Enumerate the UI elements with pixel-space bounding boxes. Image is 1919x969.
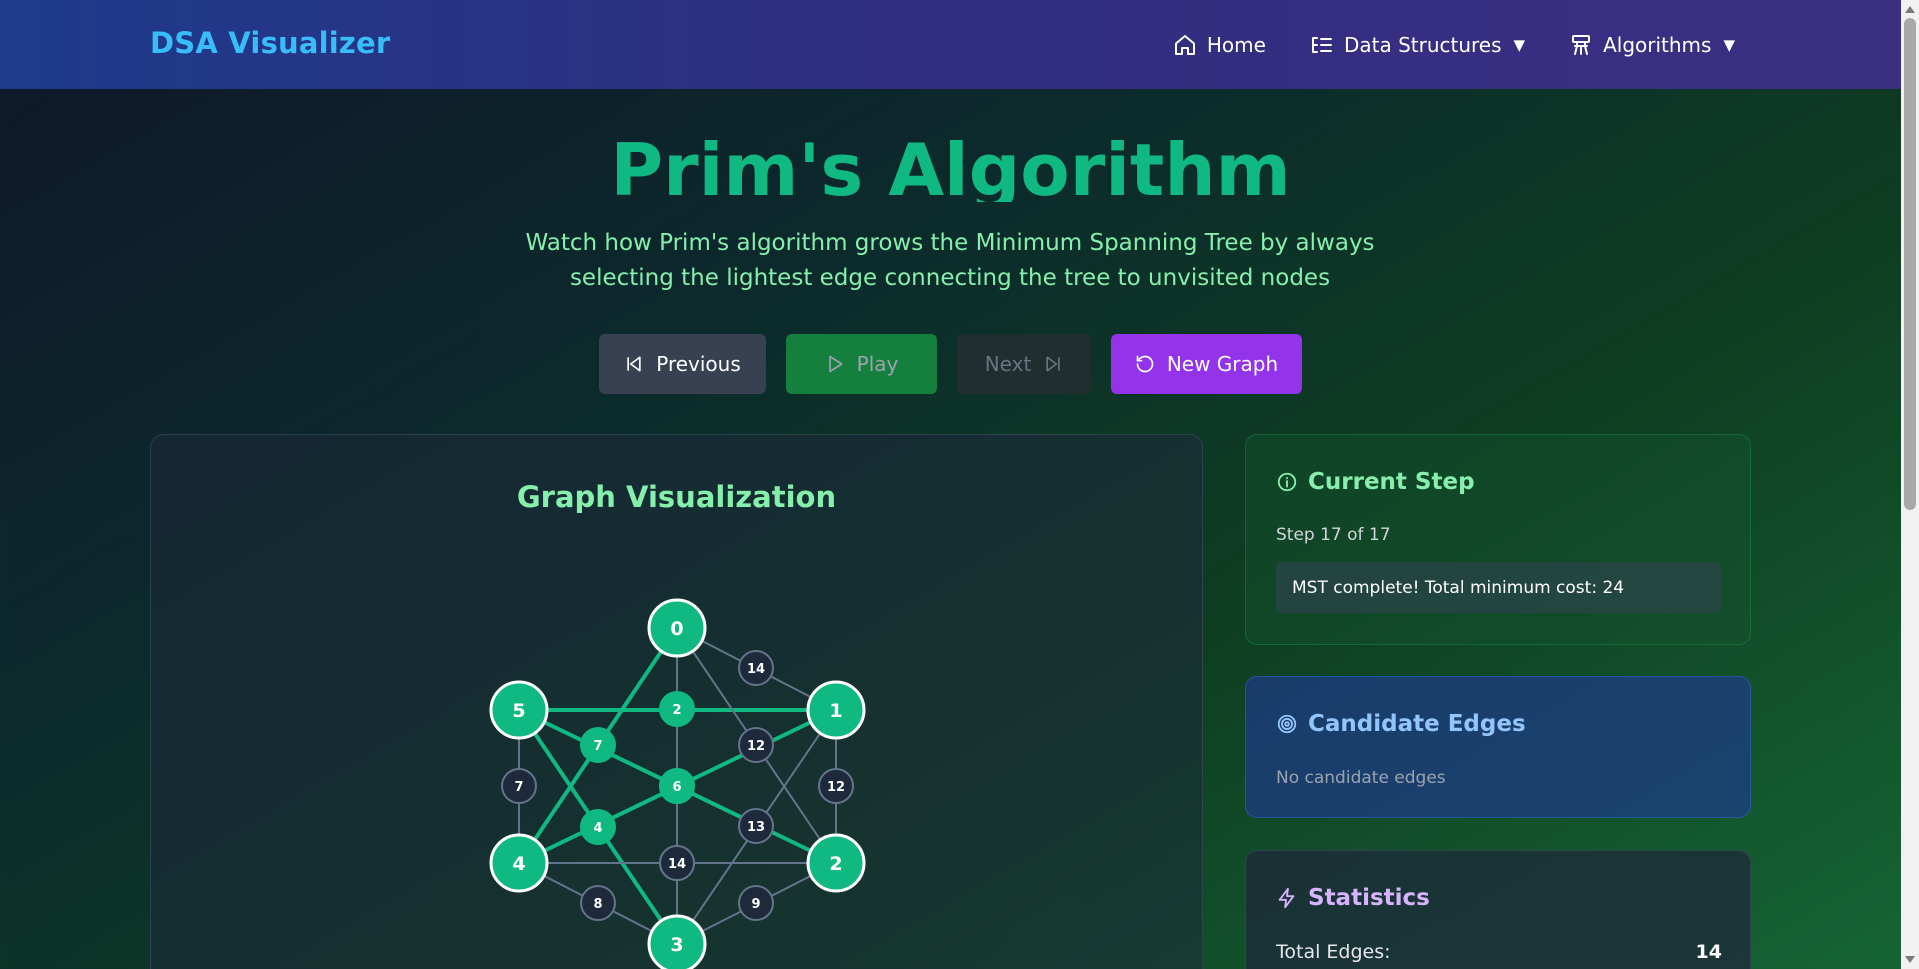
- playback-controls: Previous Play Next New Graph: [0, 334, 1901, 394]
- edge-weight-label: 12: [827, 780, 845, 795]
- graph-node-label: 3: [670, 934, 683, 956]
- lightning-icon: [1278, 887, 1295, 909]
- candidate-edges-empty: No candidate edges: [1276, 768, 1446, 788]
- candidate-edges-title: Candidate Edges: [1308, 711, 1526, 737]
- current-step-header: Current Step: [1276, 469, 1475, 495]
- graph-visualization-card: Graph Visualization 14271266134712141489…: [150, 434, 1203, 969]
- new-graph-button[interactable]: New Graph: [1111, 334, 1302, 394]
- statistics-title: Statistics: [1308, 885, 1430, 911]
- refresh-icon: [1136, 355, 1154, 373]
- stat-value: 14: [1695, 941, 1722, 963]
- edge-weight-1-2: 12: [818, 768, 854, 804]
- stat-label: Total Edges:: [1276, 941, 1391, 963]
- edge-weight-5-1: 2: [659, 691, 695, 727]
- edge-weight-label: 8: [593, 897, 602, 912]
- step-message: MST complete! Total minimum cost: 24: [1276, 562, 1722, 613]
- graph-node-0[interactable]: 0: [647, 598, 707, 658]
- home-icon: [1174, 34, 1195, 55]
- graph-node-label: 1: [829, 700, 842, 722]
- edge-weight-label: 7: [593, 739, 602, 754]
- nav-home[interactable]: Home: [1173, 33, 1266, 57]
- edge-weight-label: 9: [751, 897, 760, 912]
- nav-links: Home Data Structures ▼ Algorithms ▼: [1173, 0, 1735, 89]
- graph-node-5[interactable]: 5: [489, 680, 549, 740]
- page-scrollbar[interactable]: [1901, 0, 1919, 969]
- chevron-down-icon: ▼: [1513, 35, 1526, 54]
- edge-weight-label: 14: [747, 662, 765, 677]
- previous-label: Previous: [656, 352, 741, 376]
- chevron-down-icon: ▼: [1723, 35, 1735, 54]
- edge-weight-label: 14: [668, 857, 686, 872]
- play-icon: [828, 355, 843, 373]
- stat-total-edges: Total Edges: 14: [1276, 941, 1722, 963]
- candidate-edges-header: Candidate Edges: [1276, 711, 1526, 737]
- edge-weight-label: 6: [672, 780, 681, 795]
- graph-node-3[interactable]: 3: [647, 914, 707, 969]
- edge-weight-5-4: 7: [501, 768, 537, 804]
- edge-weight-4-1: 6: [659, 768, 695, 804]
- graph-node-2[interactable]: 2: [806, 833, 866, 893]
- edge-weight-label: 2: [672, 703, 681, 718]
- graph-node-label: 4: [512, 853, 525, 875]
- new-graph-label: New Graph: [1166, 352, 1279, 376]
- target-icon: [1277, 714, 1297, 734]
- graph-canvas: 14271266134712141489012345: [489, 598, 866, 969]
- edge-weight-4-3: 8: [580, 885, 616, 921]
- nav-algorithms-label: Algorithms: [1603, 32, 1712, 57]
- brand-logo[interactable]: DSA Visualizer: [150, 26, 390, 60]
- nav-data-structures[interactable]: Data Structures ▼: [1310, 33, 1525, 57]
- edge-weight-2-3: 9: [738, 885, 774, 921]
- edge-weight-label: 12: [747, 739, 765, 754]
- nav-home-label: Home: [1206, 32, 1266, 57]
- play-button[interactable]: Play: [786, 334, 937, 394]
- graph-node-1[interactable]: 1: [806, 680, 866, 740]
- list-icon: [1311, 36, 1332, 53]
- play-label: Play: [856, 352, 899, 376]
- candidate-edges-card: Candidate Edges No candidate edges: [1245, 676, 1751, 818]
- graph-node-4[interactable]: 4: [489, 833, 549, 893]
- nav-algorithms[interactable]: Algorithms ▼: [1569, 33, 1735, 57]
- edge-weight-1-3: 13: [738, 808, 774, 844]
- scroll-down-icon[interactable]: [1905, 956, 1915, 963]
- edge-weight-4-2: 14: [659, 845, 695, 881]
- nav-data-structures-label: Data Structures: [1343, 32, 1502, 57]
- edge-weight-0-4: 7: [580, 727, 616, 763]
- edge-weight-0-1: 14: [738, 650, 774, 686]
- navbar: DSA Visualizer Home Data Structures ▼ Al…: [0, 0, 1901, 89]
- scroll-up-icon[interactable]: [1905, 6, 1915, 13]
- graph-node-label: 0: [670, 618, 683, 640]
- edge-weight-label: 7: [514, 780, 523, 795]
- next-label: Next: [984, 352, 1032, 376]
- graph-node-label: 5: [512, 700, 525, 722]
- tree-icon: [1572, 34, 1591, 55]
- statistics-header: Statistics: [1276, 885, 1430, 911]
- previous-button[interactable]: Previous: [599, 334, 766, 394]
- statistics-card: Statistics Total Edges: 14: [1245, 850, 1751, 969]
- step-counter: Step 17 of 17: [1276, 525, 1391, 545]
- page-title: Prim's Algorithm: [610, 128, 1291, 202]
- edge-weight-label: 13: [747, 820, 765, 835]
- skip-forward-icon: [1046, 356, 1060, 372]
- scrollbar-thumb[interactable]: [1904, 18, 1916, 510]
- skip-back-icon: [627, 356, 641, 372]
- next-button[interactable]: Next: [957, 334, 1091, 394]
- current-step-card: Current Step Step 17 of 17 MST complete!…: [1245, 434, 1751, 645]
- edge-weight-5-3: 4: [580, 809, 616, 845]
- current-step-title: Current Step: [1308, 469, 1475, 495]
- page-subtitle: Watch how Prim's algorithm grows the Min…: [525, 230, 1375, 291]
- edge-weight-label: 4: [593, 821, 602, 836]
- graph-node-label: 2: [829, 853, 842, 875]
- edge-weight-0-2: 12: [738, 727, 774, 763]
- info-icon: [1277, 472, 1297, 492]
